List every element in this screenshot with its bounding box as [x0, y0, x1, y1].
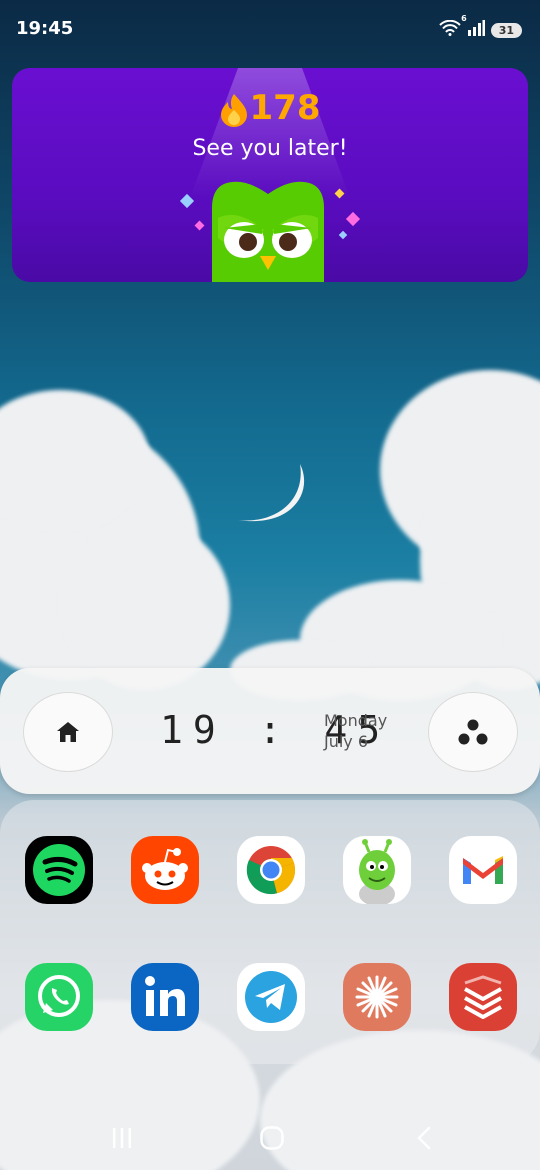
back-chevron-icon — [417, 1126, 431, 1150]
status-time: 19:45 — [16, 18, 74, 39]
todoist-icon[interactable] — [449, 963, 517, 1031]
clock-date: Monday July 6 — [324, 710, 387, 752]
linkedin-icon[interactable] — [131, 963, 199, 1031]
streak-counter: 178 — [12, 88, 528, 128]
sparkle-icon — [194, 220, 205, 231]
app-panel — [0, 800, 540, 1064]
starburst-icon[interactable] — [343, 963, 411, 1031]
wifi-badge: 6 — [461, 14, 467, 23]
telegram-icon[interactable] — [237, 963, 305, 1031]
recents-icon — [113, 1128, 131, 1148]
chrome-icon[interactable] — [237, 836, 305, 904]
wifi-icon: 6 — [438, 14, 467, 40]
signal-icon — [467, 20, 485, 40]
green-alien-icon[interactable] — [343, 836, 411, 904]
whatsapp-icon[interactable] — [25, 963, 93, 1031]
status-bar: 19:45 6 31 — [0, 0, 540, 60]
navigation-bar — [0, 1106, 540, 1170]
three-dots-icon — [458, 719, 488, 745]
clock-date-text: July 6 — [324, 732, 369, 751]
recents-button[interactable] — [102, 1122, 142, 1154]
back-button[interactable] — [404, 1122, 444, 1154]
home-icon — [57, 722, 79, 742]
clock-day: Monday — [324, 711, 388, 730]
clock-dock: 19 : 45 Monday July 6 — [0, 668, 540, 794]
status-icons: 6 31 — [438, 14, 522, 40]
home-circle-icon — [260, 1126, 284, 1150]
home-screen: 19:45 6 31 178 See you later! 19: 45 Mo… — [0, 0, 540, 1170]
fire-icon — [220, 93, 247, 127]
streak-count: 178 — [249, 88, 321, 128]
battery-indicator: 31 — [490, 22, 522, 38]
home-button[interactable] — [23, 692, 113, 772]
duo-owl-icon — [212, 181, 324, 282]
sparkle-icon — [338, 230, 348, 240]
nav-home-button[interactable] — [252, 1122, 292, 1154]
duolingo-widget[interactable]: 178 See you later! — [12, 68, 528, 282]
app-drawer-button[interactable] — [428, 692, 518, 772]
spotify-icon[interactable] — [25, 836, 93, 904]
sparkle-icon — [345, 211, 361, 227]
reddit-icon[interactable] — [131, 836, 199, 904]
gmail-icon[interactable] — [449, 836, 517, 904]
crescent-moon-icon — [238, 464, 305, 522]
duolingo-message: See you later! — [192, 136, 348, 161]
